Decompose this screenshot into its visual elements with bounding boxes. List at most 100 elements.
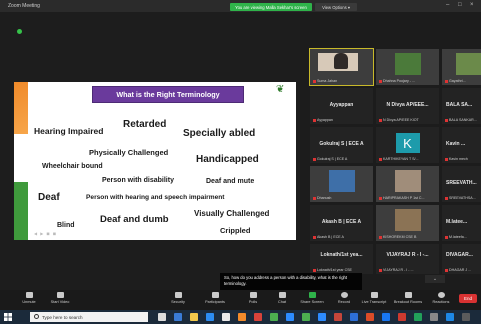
participant-tile[interactable]: Dhahna Poojary - ... (376, 49, 439, 85)
word-icon[interactable] (350, 313, 358, 321)
participant-photo (328, 170, 355, 192)
participant-tile[interactable]: N Divya AP/EEE... N Divya AP/EEE KIOT (376, 88, 439, 124)
live-transcript-button[interactable]: Live Transcript (359, 292, 389, 309)
participant-tile[interactable]: M.latee... M.lateefa... (442, 205, 481, 241)
participant-name: SREEVATHSA... (449, 196, 476, 200)
start-video-label: Start Video (50, 300, 70, 304)
windows-start-icon[interactable] (4, 313, 12, 321)
chat-label: Chat (277, 300, 287, 304)
powerpoint-icon[interactable] (366, 313, 374, 321)
app-icon-teal[interactable] (414, 313, 422, 321)
office-icon[interactable] (334, 313, 342, 321)
app-icon-green[interactable] (270, 313, 278, 321)
app-icon-blue-2[interactable] (446, 313, 454, 321)
reactions-button[interactable]: Reactions (426, 292, 456, 309)
term-visually-challenged: Visually Challenged (194, 209, 270, 218)
participant-tile[interactable]: Suma Jahan (309, 48, 374, 86)
camera-icon (56, 292, 64, 298)
share-screen-button[interactable]: Share Screen (297, 292, 327, 309)
participant-name: DHAGAR J ... (449, 268, 472, 272)
gallery-next-arrow-icon[interactable]: ⌄ (425, 275, 445, 283)
term-person-with-disability: Person with disability (102, 177, 174, 184)
share-banner[interactable]: You are viewing Malla Sekhar's screen (230, 3, 312, 11)
muted-mic-icon (313, 268, 316, 272)
chat-button[interactable]: Chat (267, 292, 297, 309)
security-button[interactable]: Security (163, 292, 193, 309)
app-icon-red[interactable] (254, 313, 262, 321)
participant-tile[interactable]: VIJAYRAJ R - I -... VIJAYRAJ R - I - ... (376, 244, 439, 274)
participant-tile[interactable]: KISHOREKM CSE B (376, 205, 439, 241)
term-wheelchair-bound: Wheelchair bound (42, 163, 103, 170)
polls-button[interactable]: Polls (238, 292, 268, 309)
minimize-icon[interactable]: – (446, 2, 449, 8)
muted-mic-icon (379, 235, 382, 239)
end-meeting-button[interactable]: End (459, 294, 477, 303)
file-explorer-icon[interactable] (190, 313, 198, 321)
participant-tile[interactable]: Akash B | ECE A Akash B | ECE A (310, 205, 373, 241)
term-handicapped: Handicapped (196, 154, 259, 165)
polls-label: Polls (248, 300, 258, 304)
breakout-rooms-button[interactable]: Breakout Rooms (393, 292, 423, 309)
participant-tile[interactable]: Loknath/1st yea... Loknath/1st year CSE (310, 244, 373, 274)
participant-photo (394, 53, 421, 75)
participant-tile[interactable]: BALA SA... BALA SANKAR... (442, 88, 481, 124)
notification-icon[interactable] (462, 313, 470, 321)
taskbar-search-input[interactable]: Type here to search (30, 312, 148, 322)
muted-mic-icon (445, 196, 448, 200)
firefox-icon[interactable] (238, 313, 246, 321)
participant-name: KARTHIKEYAN T S/... (383, 157, 419, 161)
zoom-window: Zoom Meeting You are viewing Malla Sekha… (0, 0, 481, 324)
edge-icon[interactable] (174, 313, 182, 321)
app-icon-dark-red[interactable] (398, 313, 406, 321)
participant-tile[interactable]: Gokulraj S | ECE A Gokulraj S | ECE A (310, 127, 373, 163)
polls-icon (249, 292, 257, 298)
slide-controls-icon[interactable]: ◀ ▶ ◼ ◼ (34, 231, 57, 236)
participant-tile[interactable]: SREEVATH... SREEVATHSA... (442, 166, 481, 202)
start-video-button[interactable]: Start Video (45, 292, 75, 309)
maximize-icon[interactable]: □ (458, 2, 462, 8)
participant-name: Gayathri... (449, 79, 466, 83)
record-label: Record (337, 300, 351, 304)
unmute-button[interactable]: Unmute (14, 292, 44, 309)
search-icon (34, 314, 39, 319)
mail-icon[interactable] (222, 313, 230, 321)
participant-avatar: K (395, 133, 420, 153)
chrome-icon[interactable] (302, 313, 310, 321)
term-hearing-impaired: Hearing Impaired (34, 126, 104, 136)
participant-name: Loknath/1st year CSE (317, 268, 352, 272)
view-options-button[interactable]: View Options ▾ (315, 3, 357, 11)
participant-name: Dhanush (317, 196, 332, 200)
participant-tile[interactable]: Kavin ... Kavin mech (442, 127, 481, 163)
participant-tile[interactable]: Gayathri... (442, 49, 481, 85)
app-title: Zoom Meeting (8, 3, 40, 9)
close-icon[interactable]: × (470, 2, 474, 8)
participant-display-name: Loknath/1st yea... (320, 252, 363, 258)
app-icon-gray[interactable] (430, 313, 438, 321)
term-deaf: Deaf (38, 192, 60, 203)
muted-mic-icon (379, 157, 382, 161)
term-deaf-and-mute: Deaf and mute (206, 178, 255, 185)
muted-mic-icon (445, 268, 448, 272)
facebook-icon[interactable] (382, 313, 390, 321)
app-icon-blue[interactable] (318, 313, 326, 321)
participant-tile[interactable]: HARIPRAKASH P 1st C... (376, 166, 439, 202)
muted-mic-icon (445, 79, 448, 83)
term-crippled: Crippled (220, 226, 251, 235)
participant-tile[interactable]: Dhanush (310, 166, 373, 202)
term-physically-challenged: Physically Challenged (89, 148, 169, 157)
task-view-icon[interactable] (158, 313, 166, 321)
participants-button[interactable]: Participants (200, 292, 230, 309)
participant-name: Gokulraj S | ECE A (317, 157, 348, 161)
breakout-rooms-icon (404, 292, 412, 298)
term-deaf-and-dumb: Deaf and dumb (100, 214, 169, 225)
participant-tile[interactable]: Ayyappan Ayyappan (310, 88, 373, 124)
muted-mic-icon (445, 235, 448, 239)
record-button[interactable]: Record (329, 292, 359, 309)
participant-tile[interactable]: K KARTHIKEYAN T S/... (376, 127, 439, 163)
participant-name: Akash B | ECE A (317, 235, 344, 239)
share-screen-icon (308, 292, 316, 298)
participant-tile[interactable]: DIVAGAR... DHAGAR J ... (442, 244, 481, 274)
muted-mic-icon (445, 157, 448, 161)
store-icon[interactable] (206, 313, 214, 321)
zoom-taskbar-icon[interactable] (286, 313, 294, 321)
